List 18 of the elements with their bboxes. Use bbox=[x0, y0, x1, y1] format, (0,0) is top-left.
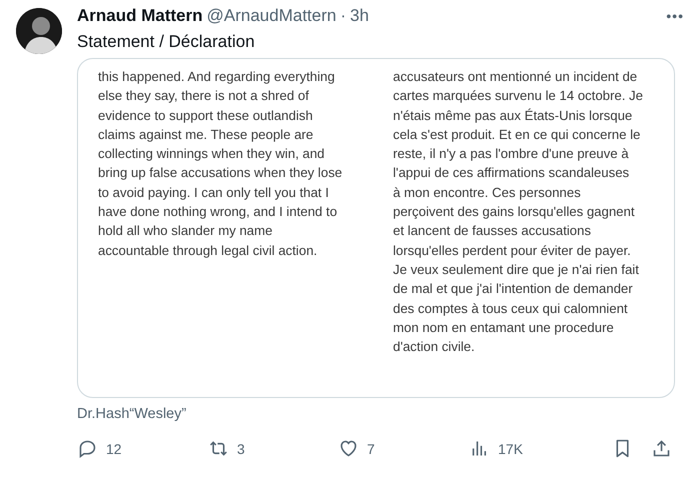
repost-button[interactable]: 3 bbox=[208, 438, 338, 459]
more-menu-button[interactable]: ••• bbox=[666, 8, 684, 24]
post-text: Statement / Déclaration bbox=[77, 32, 256, 52]
like-button[interactable]: 7 bbox=[338, 438, 469, 459]
views-button[interactable]: 17K bbox=[469, 438, 600, 459]
author-handle[interactable]: @ArnaudMattern bbox=[206, 6, 336, 26]
post-time[interactable]: 3h bbox=[350, 6, 369, 26]
statement-text: accusateurs ont mentionné un incident de cartes marquées survenu le 14 octobre. Je n'étais même pas aux États-Unis lorsque cela s'est produit. Et en ce qui concerne le reste, il n'y a pas l'ombre d'une preuve à l'appui de ces affirmations scandaleuses à mon encontre. Ces personnes perçoivent des gains lorsqu'elles gagnent et lancent de fausses accusations lorsqu'elles perdent pour éviter de payer. Je veux seulement dire que je n'ai rien fait de mal et que j'ai l'intention de demander des comptes à tous ceux qui calomnient mon nom en entamant une procedure d'action civile. bbox=[393, 68, 644, 356]
separator-dot: · bbox=[340, 6, 346, 26]
avatar[interactable] bbox=[16, 8, 62, 54]
image-caption: Dr.Hash“Wesley” bbox=[77, 406, 188, 422]
share-button[interactable] bbox=[651, 438, 672, 459]
author-name[interactable]: Arnaud Mattern bbox=[77, 6, 203, 26]
statement-text: this happened. And regarding everything else they say, there is not a shred of evidence to support these outlandish claims against me. These people are collecting winnings when they win, and bring up false accusations when they lose to avoid paying. I can only tell you that I have done nothing wrong, and I intend to hold all who slander my name accountable through legal civil action. bbox=[98, 68, 344, 260]
heart-icon bbox=[338, 438, 359, 459]
reply-button[interactable]: 12 bbox=[77, 438, 208, 459]
reply-icon bbox=[77, 438, 98, 459]
share-icon bbox=[651, 438, 672, 459]
